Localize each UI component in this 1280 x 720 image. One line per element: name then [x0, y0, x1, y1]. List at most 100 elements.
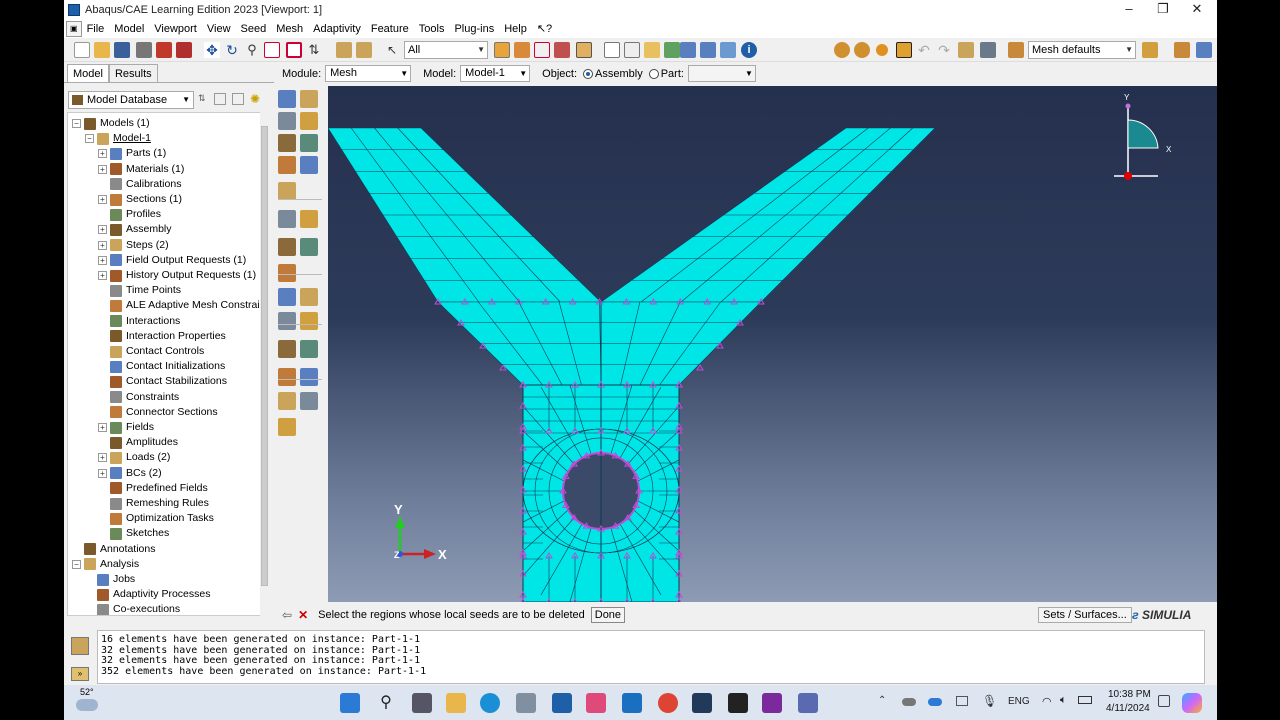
- part-select[interactable]: ▼: [687, 65, 756, 82]
- clock-time[interactable]: 10:38 PM: [1108, 689, 1151, 700]
- tree-item[interactable]: Contact Stabilizations: [110, 374, 227, 389]
- expand-toggle-icon[interactable]: −: [72, 559, 81, 569]
- mesh-tool-icon[interactable]: [278, 134, 296, 152]
- tree-item[interactable]: Interaction Properties: [110, 329, 226, 344]
- file-explorer-icon[interactable]: [446, 693, 466, 713]
- zoom-icon[interactable]: ⚲: [244, 42, 260, 58]
- context-help-button[interactable]: ↖?: [532, 20, 557, 38]
- menu-file[interactable]: File: [82, 20, 110, 38]
- select-from-viewport-icon[interactable]: [494, 42, 510, 58]
- message-tab-icon[interactable]: [71, 637, 89, 655]
- select-from-interior-icon[interactable]: [514, 42, 530, 58]
- maximize-button[interactable]: ❐: [1146, 0, 1180, 20]
- tree-item[interactable]: + Materials (1): [98, 162, 184, 177]
- outlook-icon[interactable]: [622, 693, 642, 713]
- mesh-canvas[interactable]: [328, 86, 1217, 602]
- sets-surfaces-button[interactable]: Sets / Surfaces...: [1038, 607, 1132, 623]
- mesh-view-icon[interactable]: [680, 42, 696, 58]
- onedrive-business-icon[interactable]: [928, 698, 942, 706]
- select-3d-icon[interactable]: [576, 42, 592, 58]
- display-tray-icon[interactable]: [956, 696, 968, 706]
- tree-item[interactable]: + BCs (2): [98, 466, 162, 481]
- mesh-tool-icon[interactable]: [278, 392, 296, 410]
- mesh-tool-icon[interactable]: [278, 210, 296, 228]
- tree-item[interactable]: − Analysis: [72, 557, 139, 572]
- mesh-tool-icon[interactable]: [300, 312, 318, 330]
- render-style-icon[interactable]: [1142, 42, 1158, 58]
- expand-toggle-icon[interactable]: +: [98, 468, 107, 478]
- store-icon[interactable]: [516, 693, 536, 713]
- mesh-tool-icon[interactable]: [300, 156, 318, 174]
- tree-item[interactable]: + Fields: [98, 420, 154, 435]
- tree-item[interactable]: Calibrations: [110, 177, 181, 192]
- mesh-tool-icon[interactable]: [278, 368, 296, 386]
- assembly-radio[interactable]: [583, 68, 594, 79]
- weather-temp[interactable]: 52°: [80, 687, 94, 697]
- mesh-tool-icon[interactable]: [278, 238, 296, 256]
- tree-item[interactable]: Adaptivity Processes: [97, 587, 210, 602]
- zoom-app-icon[interactable]: [552, 693, 572, 713]
- tree-item[interactable]: ALE Adaptive Mesh Constraints: [110, 298, 260, 313]
- language-indicator[interactable]: ENG: [1008, 696, 1030, 707]
- menu-view[interactable]: View: [202, 20, 236, 38]
- model-database-select[interactable]: Model Database ▼: [68, 91, 194, 109]
- layout-icon[interactable]: [980, 42, 996, 58]
- abaqus-taskbar-icon[interactable]: [798, 693, 818, 713]
- expand-toggle-icon[interactable]: +: [98, 164, 107, 174]
- mesh-tool-icon[interactable]: [300, 288, 318, 306]
- mic-icon[interactable]: 🎙︎: [982, 694, 997, 708]
- model-select[interactable]: Model-1 ▼: [460, 65, 531, 82]
- tree-item[interactable]: Annotations: [72, 542, 155, 557]
- mesh-tool-icon[interactable]: [278, 312, 296, 330]
- tree-item[interactable]: Amplitudes: [110, 435, 178, 450]
- rotate-icon[interactable]: ↻: [224, 42, 240, 58]
- tree-item[interactable]: − Model-1: [85, 131, 151, 146]
- expand-toggle-icon[interactable]: +: [98, 271, 107, 280]
- expand-toggle-icon[interactable]: +: [98, 225, 107, 235]
- tree-item[interactable]: Co-executions: [97, 602, 180, 615]
- search-icon[interactable]: ⚲: [376, 693, 396, 713]
- wifi-icon[interactable]: ◠: [1042, 695, 1052, 708]
- back-arrow-icon[interactable]: ⇦: [282, 608, 292, 622]
- menu-model[interactable]: Model: [109, 20, 149, 38]
- menu-mesh[interactable]: Mesh: [271, 20, 308, 38]
- display-group-icon[interactable]: [1196, 42, 1212, 58]
- menu-plugins[interactable]: Plug-ins: [449, 20, 499, 38]
- tree-item[interactable]: Connector Sections: [110, 405, 218, 420]
- import-icon[interactable]: [176, 42, 192, 58]
- mesh-tool-icon[interactable]: [300, 210, 318, 228]
- mesh-tool-icon[interactable]: [278, 340, 296, 358]
- vscode-icon[interactable]: [692, 693, 712, 713]
- tree-item[interactable]: − Models (1): [72, 116, 150, 131]
- viewport-1[interactable]: Y X Y X Z: [328, 86, 1217, 602]
- cycle-view-icon[interactable]: ⇅: [306, 42, 322, 58]
- mesh-defaults-icon[interactable]: [1008, 42, 1024, 58]
- mesh-tool-icon[interactable]: [278, 182, 296, 200]
- expand-toggle-icon[interactable]: −: [72, 119, 81, 128]
- module-select[interactable]: Mesh ▼: [325, 65, 412, 82]
- sphere-render-icon[interactable]: [834, 42, 850, 58]
- notification-icon[interactable]: [1158, 695, 1170, 707]
- tree-item[interactable]: Predefined Fields: [110, 481, 208, 496]
- tree-item[interactable]: Time Points: [110, 283, 181, 298]
- menu-seed[interactable]: Seed: [236, 20, 272, 38]
- weather-icon[interactable]: [76, 699, 98, 711]
- tree-item[interactable]: Sketches: [110, 526, 169, 541]
- mesh-tool-icon[interactable]: [300, 238, 318, 256]
- selection-filter-select[interactable]: All ▼: [404, 41, 488, 59]
- mesh-tool-icon[interactable]: [300, 368, 318, 386]
- cancel-icon[interactable]: ✕: [298, 608, 308, 622]
- start-icon[interactable]: [340, 693, 360, 713]
- mesh-tool-icon[interactable]: [300, 392, 318, 410]
- clock-date[interactable]: 4/11/2024: [1106, 703, 1150, 714]
- chrome-icon[interactable]: [658, 693, 678, 713]
- tree-item[interactable]: Optimization Tasks: [110, 511, 214, 526]
- mesh-tool-icon[interactable]: [300, 134, 318, 152]
- menu-help[interactable]: Help: [499, 20, 532, 38]
- tree-item[interactable]: + Field Output Requests (1): [98, 253, 246, 268]
- mesh-view-2-icon[interactable]: [700, 42, 716, 58]
- print-icon[interactable]: [136, 42, 152, 58]
- tree-item[interactable]: Remeshing Rules: [110, 496, 209, 511]
- expand-toggle-icon[interactable]: +: [98, 255, 107, 265]
- tree-item[interactable]: + History Output Requests (1): [98, 268, 256, 283]
